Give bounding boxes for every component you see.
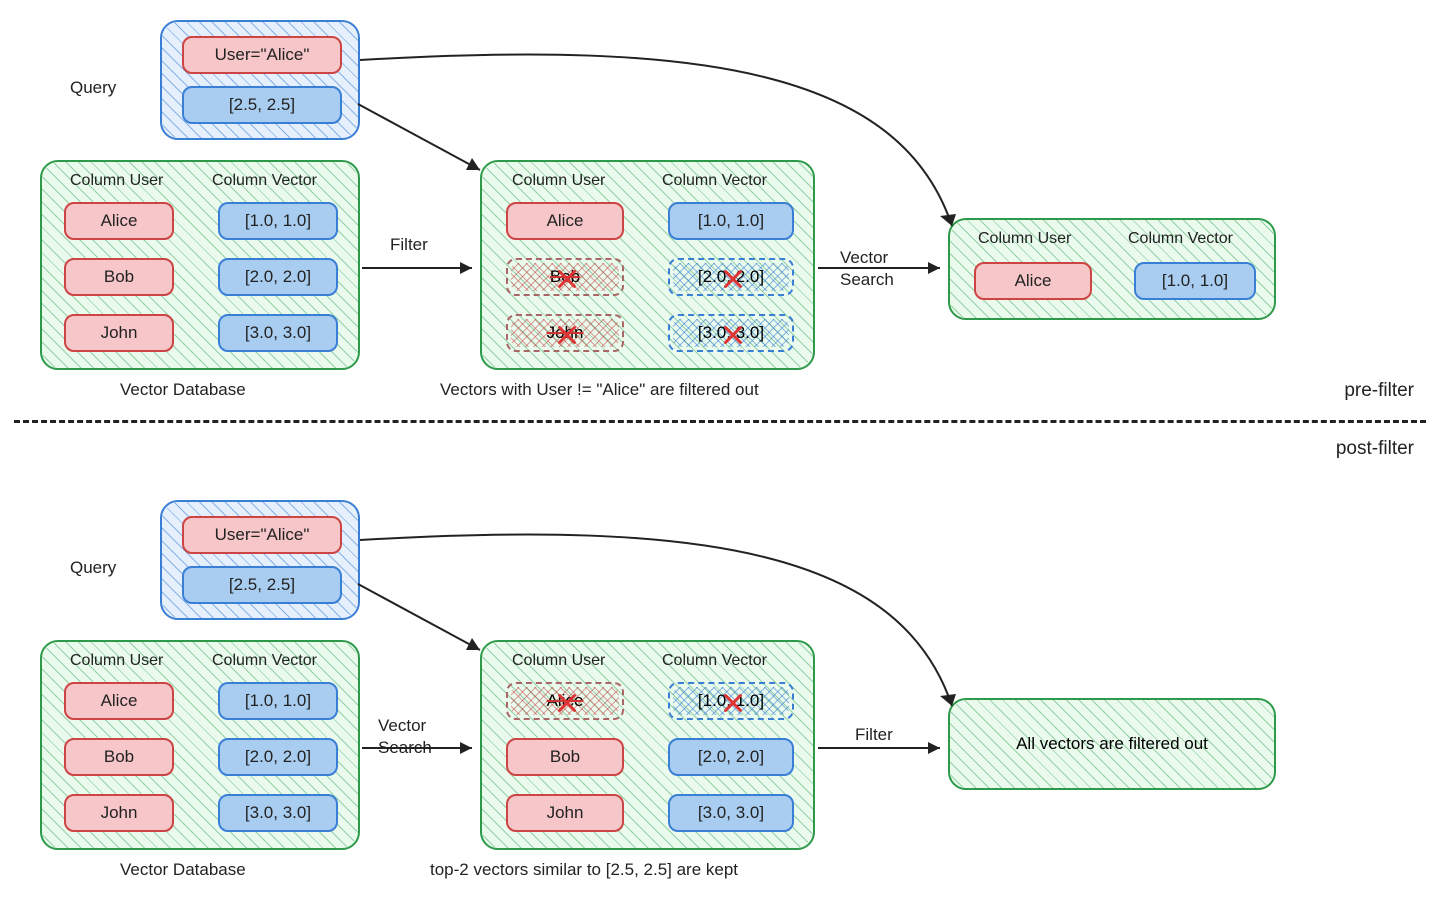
- result-text-post: All vectors are filtered out: [1016, 734, 1208, 754]
- db-row-user: Alice: [64, 202, 174, 240]
- filtered-row-user: John: [506, 794, 624, 832]
- vector-database-box-top: Column User Column Vector Alice [1.0, 1.…: [40, 160, 360, 370]
- db-row-user: Alice: [64, 682, 174, 720]
- query-vector-chip-bottom: [2.5, 2.5]: [182, 566, 342, 604]
- db-row-vec: [2.0, 2.0]: [218, 258, 338, 296]
- filtered-box-pre: Column User Column Vector Alice [1.0, 1.…: [480, 160, 815, 370]
- divider: [14, 420, 1426, 423]
- vector-search-label-bot-2: Search: [378, 738, 432, 758]
- filtered-row-vec: [2.0, 2.0]: [668, 738, 794, 776]
- db-row-user: Bob: [64, 738, 174, 776]
- query-user-chip-top: User="Alice": [182, 36, 342, 74]
- filter-label-top: Filter: [390, 235, 428, 255]
- filtered-caption-post: top-2 vectors similar to [2.5, 2.5] are …: [430, 860, 738, 880]
- db-row-vec: [1.0, 1.0]: [218, 682, 338, 720]
- filtered-row-vec: [1.0, 1.0]: [668, 202, 794, 240]
- result-user: Alice: [974, 262, 1092, 300]
- vector-database-box-bottom: Column User Column Vector Alice [1.0, 1.…: [40, 640, 360, 850]
- filtered-row-user-removed: Bob: [506, 258, 624, 296]
- filtered-row-vec: [3.0, 3.0]: [668, 794, 794, 832]
- vector-search-label-bot-1: Vector: [378, 716, 426, 736]
- col-vector-head-4: Column Vector: [212, 652, 317, 670]
- pre-filter-label: pre-filter: [1344, 380, 1414, 402]
- filtered-caption-pre: Vectors with User != "Alice" are filtere…: [440, 380, 759, 400]
- col-user-head-3: Column User: [978, 230, 1071, 248]
- db-row-vec: [3.0, 3.0]: [218, 794, 338, 832]
- result-box-post: All vectors are filtered out: [948, 698, 1276, 790]
- query-user-chip-bottom: User="Alice": [182, 516, 342, 554]
- query-label-bottom: Query: [70, 558, 116, 578]
- col-vector-head-3: Column Vector: [1128, 230, 1233, 248]
- vector-database-caption-top: Vector Database: [120, 380, 246, 400]
- col-user-head-4: Column User: [70, 652, 163, 670]
- post-filter-label: post-filter: [1336, 438, 1414, 460]
- query-box-top: User="Alice" [2.5, 2.5]: [160, 20, 360, 140]
- filtered-row-user-removed: Alice: [506, 682, 624, 720]
- col-vector-head-2: Column Vector: [662, 172, 767, 190]
- col-user-head-2: Column User: [512, 172, 605, 190]
- db-row-vec: [3.0, 3.0]: [218, 314, 338, 352]
- db-row-vec: [1.0, 1.0]: [218, 202, 338, 240]
- col-vector-head-1: Column Vector: [212, 172, 317, 190]
- col-user-head-1: Column User: [70, 172, 163, 190]
- filtered-row-user-removed: John: [506, 314, 624, 352]
- vector-search-label-top-2: Search: [840, 270, 894, 290]
- vector-search-label-top-1: Vector: [840, 248, 888, 268]
- filtered-row-user: Alice: [506, 202, 624, 240]
- query-box-bottom: User="Alice" [2.5, 2.5]: [160, 500, 360, 620]
- col-user-head-5: Column User: [512, 652, 605, 670]
- filtered-box-post: Column User Column Vector Alice [1.0, 1.…: [480, 640, 815, 850]
- result-box-pre: Column User Column Vector Alice [1.0, 1.…: [948, 218, 1276, 320]
- query-vector-chip-top: [2.5, 2.5]: [182, 86, 342, 124]
- filtered-row-vec-removed: [3.0, 3.0]: [668, 314, 794, 352]
- filter-label-bottom: Filter: [855, 725, 893, 745]
- col-vector-head-5: Column Vector: [662, 652, 767, 670]
- db-row-user: John: [64, 314, 174, 352]
- filtered-row-user: Bob: [506, 738, 624, 776]
- result-vec: [1.0, 1.0]: [1134, 262, 1256, 300]
- filtered-row-vec-removed: [2.0, 2.0]: [668, 258, 794, 296]
- filtered-row-vec-removed: [1.0, 1.0]: [668, 682, 794, 720]
- db-row-vec: [2.0, 2.0]: [218, 738, 338, 776]
- query-label-top: Query: [70, 78, 116, 98]
- vector-database-caption-bottom: Vector Database: [120, 860, 246, 880]
- db-row-user: John: [64, 794, 174, 832]
- db-row-user: Bob: [64, 258, 174, 296]
